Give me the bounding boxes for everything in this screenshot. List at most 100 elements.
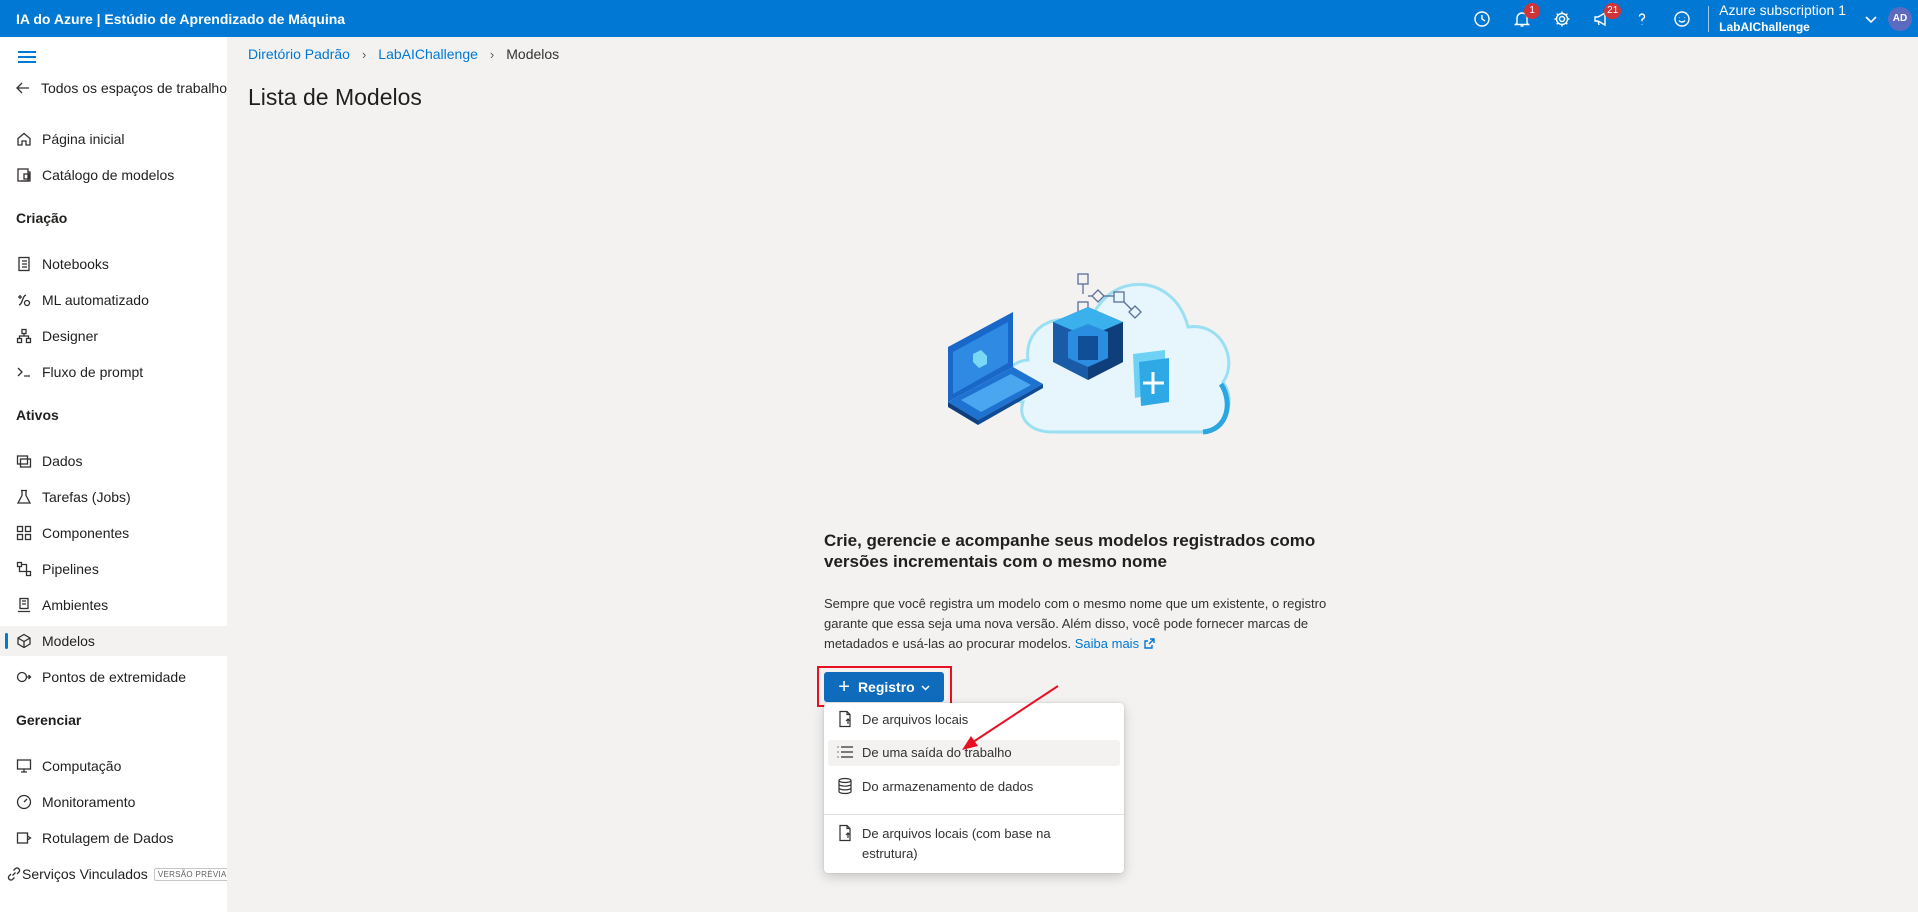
- sidebar: Todos os espaços de trabalho Página inic…: [0, 37, 227, 912]
- compute-icon: [0, 758, 42, 774]
- breadcrumb-workspace[interactable]: LabAIChallenge: [378, 46, 478, 62]
- labeling-icon: [0, 830, 42, 846]
- subscription-selector[interactable]: Azure subscription 1 LabAIChallenge: [1719, 2, 1858, 36]
- feedback-button[interactable]: [1662, 0, 1702, 37]
- external-link-icon: [1144, 638, 1155, 649]
- plus-icon: +: [838, 676, 850, 698]
- breadcrumb: Diretório Padrão › LabAIChallenge › Mode…: [248, 46, 559, 62]
- learn-more-link[interactable]: Saiba mais: [1075, 636, 1155, 651]
- sidebar-item-monitoring[interactable]: Monitoramento: [0, 787, 227, 817]
- breadcrumb-default-directory[interactable]: Diretório Padrão: [248, 46, 350, 62]
- clock-icon: [1474, 10, 1490, 27]
- register-button[interactable]: + Registro: [824, 672, 944, 702]
- sidebar-item-designer[interactable]: Designer: [0, 321, 227, 351]
- database-icon: [828, 777, 862, 795]
- app-title[interactable]: IA do Azure | Estúdio de Aprendizado de …: [0, 11, 345, 27]
- announcements-button[interactable]: 21: [1582, 0, 1622, 37]
- sidebar-item-endpoints[interactable]: Pontos de extremidade: [0, 662, 227, 692]
- chevron-down-icon: [1865, 15, 1877, 23]
- prompt-flow-icon: [0, 364, 42, 380]
- empty-state-description: Sempre que você registra um modelo com o…: [824, 594, 1344, 654]
- menu-item-local-files-framework[interactable]: De arquivos locais (com base na estrutur…: [828, 824, 1120, 866]
- sidebar-item-data[interactable]: Dados: [0, 446, 227, 476]
- empty-state-heading: Crie, gerencie e acompanhe seus modelos …: [824, 531, 1316, 571]
- settings-button[interactable]: [1542, 0, 1582, 37]
- hamburger-menu-icon[interactable]: [18, 49, 38, 65]
- components-icon: [0, 525, 42, 541]
- top-bar: IA do Azure | Estúdio de Aprendizado de …: [0, 0, 1918, 37]
- sidebar-item-label: Computação: [42, 758, 122, 774]
- top-bar-actions: 1 21 Azure subscription 1 LabAIChallenge…: [1462, 0, 1918, 37]
- sidebar-item-label: Página inicial: [42, 131, 125, 147]
- annotation-arrow: [962, 685, 1059, 750]
- monitoring-icon: [0, 794, 42, 810]
- sidebar-item-automl[interactable]: ML automatizado: [0, 285, 227, 315]
- section-creation: Criação: [16, 210, 68, 226]
- notifications-button[interactable]: 1: [1502, 0, 1542, 37]
- models-icon: [0, 633, 42, 649]
- sidebar-item-pipelines[interactable]: Pipelines: [0, 554, 227, 584]
- subscription-name: Azure subscription 1: [1719, 1, 1846, 18]
- sidebar-item-model-catalog[interactable]: Catálogo de modelos: [0, 160, 227, 190]
- chevron-right-icon: ›: [361, 46, 367, 62]
- announcements-badge: 21: [1604, 3, 1622, 19]
- notebook-icon: [0, 256, 42, 272]
- empty-state-illustration: [948, 273, 1231, 435]
- sidebar-item-environments[interactable]: Ambientes: [0, 590, 227, 620]
- notifications-badge: 1: [1524, 3, 1541, 19]
- subscription-divider: [1708, 5, 1710, 32]
- sidebar-item-models[interactable]: Modelos: [0, 626, 227, 656]
- recent-history-button[interactable]: [1462, 0, 1502, 37]
- sidebar-item-home[interactable]: Página inicial: [0, 124, 227, 154]
- smiley-icon: [1674, 10, 1690, 27]
- environments-icon: [0, 597, 42, 613]
- sidebar-item-components[interactable]: Componentes: [0, 518, 227, 548]
- sidebar-item-label: Pipelines: [42, 561, 99, 577]
- sidebar-item-label: Todos os espaços de trabalho: [40, 80, 227, 96]
- home-icon: [0, 131, 42, 147]
- sidebar-item-label: Notebooks: [42, 256, 109, 272]
- sidebar-item-label: Catálogo de modelos: [42, 167, 175, 183]
- sidebar-item-jobs[interactable]: Tarefas (Jobs): [0, 482, 227, 512]
- avatar[interactable]: AD: [1888, 6, 1912, 31]
- catalog-icon: [0, 167, 42, 183]
- menu-item-datastore[interactable]: Do armazenamento de dados: [828, 777, 1120, 801]
- sidebar-item-label: Monitoramento: [42, 794, 136, 810]
- gear-icon: [1554, 11, 1570, 26]
- back-to-workspaces-link[interactable]: Todos os espaços de trabalho: [0, 73, 227, 103]
- chevron-down-icon: [921, 684, 930, 691]
- workspace-name: LabAIChallenge: [1719, 19, 1810, 34]
- sidebar-item-label: ML automatizado: [42, 292, 149, 308]
- sidebar-item-label: Fluxo de prompt: [42, 364, 144, 380]
- section-manage: Gerenciar: [16, 712, 82, 728]
- jobs-icon: [0, 489, 42, 505]
- preview-badge: VERSÃO PRÉVIA: [153, 867, 227, 881]
- sidebar-item-compute[interactable]: Computação: [0, 751, 227, 781]
- learn-more-label: Saiba mais: [1074, 636, 1140, 651]
- menu-item-label: Do armazenamento de dados: [862, 779, 1034, 794]
- subscription-dropdown-button[interactable]: [1858, 0, 1884, 37]
- sidebar-item-label: Ambientes: [42, 597, 109, 613]
- sidebar-item-label: Modelos: [42, 633, 95, 649]
- arrow-left-icon: [0, 80, 41, 96]
- list-icon: [828, 743, 862, 761]
- sidebar-item-notebooks[interactable]: Notebooks: [0, 249, 227, 279]
- file-upload-icon: [828, 824, 862, 842]
- question-icon: [1638, 12, 1646, 24]
- breadcrumb-current-page: Modelos: [506, 46, 560, 62]
- pipelines-icon: [0, 561, 42, 577]
- linked-services-icon: [0, 866, 22, 882]
- sidebar-item-label: Serviços Vinculados: [22, 866, 148, 882]
- register-button-label: Registro: [857, 679, 915, 695]
- automl-icon: [0, 292, 42, 308]
- menu-item-label: De arquivos locais: [862, 712, 969, 727]
- sidebar-item-linked-services[interactable]: Serviços Vinculados VERSÃO PRÉVIA: [0, 859, 227, 889]
- chevron-right-icon: ›: [489, 46, 495, 62]
- help-button[interactable]: [1622, 0, 1662, 37]
- menu-item-label: De arquivos locais (com base na estrutur…: [862, 826, 1051, 861]
- sidebar-item-label: Dados: [42, 453, 83, 469]
- sidebar-item-label: Componentes: [42, 525, 130, 541]
- data-icon: [0, 453, 42, 469]
- sidebar-item-prompt-flow[interactable]: Fluxo de prompt: [0, 357, 227, 387]
- sidebar-item-data-labeling[interactable]: Rotulagem de Dados: [0, 823, 227, 853]
